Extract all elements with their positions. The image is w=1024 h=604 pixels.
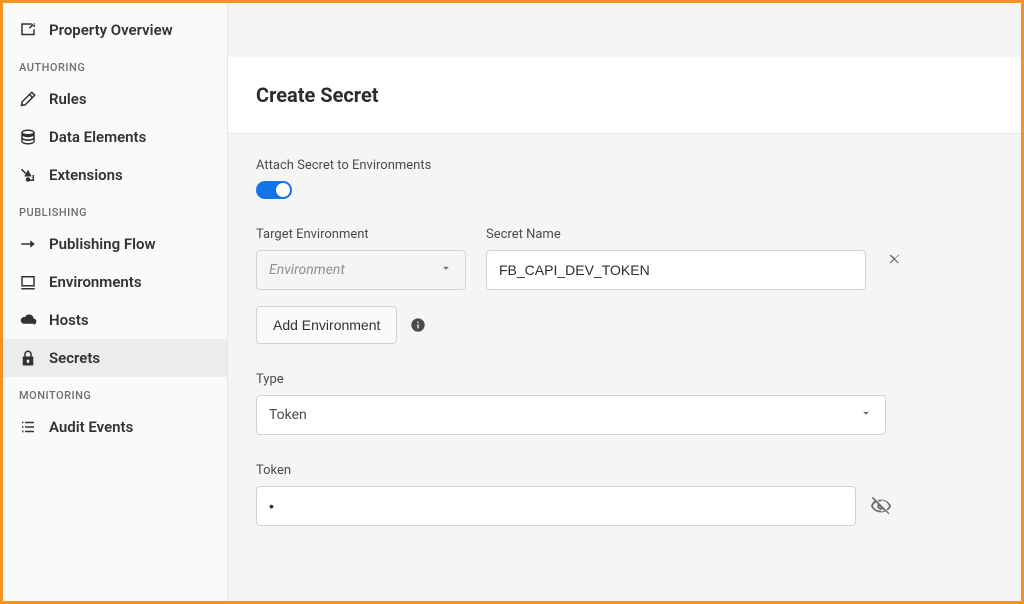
sidebar-item-environments[interactable]: Environments — [3, 263, 227, 301]
sidebar-item-label: Environments — [49, 273, 142, 291]
sidebar-item-label: Hosts — [49, 311, 89, 329]
target-environment-placeholder: Environment — [269, 262, 345, 278]
add-environment-button[interactable]: Add Environment — [256, 306, 397, 344]
publishing-flow-icon — [19, 235, 37, 253]
audit-events-icon — [19, 418, 37, 436]
sidebar-item-label: Publishing Flow — [49, 235, 156, 253]
page-header: Create Secret — [228, 57, 1021, 134]
chevron-down-icon — [859, 406, 873, 424]
token-input[interactable] — [269, 498, 843, 514]
type-select-value: Token — [269, 407, 307, 423]
sidebar-item-label: Data Elements — [49, 128, 146, 146]
visibility-off-icon[interactable] — [870, 495, 892, 517]
sidebar: Property Overview AUTHORING Rules Data E… — [3, 3, 228, 601]
sidebar-item-extensions[interactable]: Extensions — [3, 156, 227, 194]
sidebar-section-monitoring: MONITORING — [3, 377, 227, 408]
secret-name-label: Secret Name — [486, 227, 866, 242]
environments-icon — [19, 273, 37, 291]
sidebar-item-label: Audit Events — [49, 418, 133, 436]
secret-name-field-wrap — [486, 250, 866, 290]
form-area: Attach Secret to Environments Target Env… — [228, 134, 1021, 550]
sidebar-item-data-elements[interactable]: Data Elements — [3, 118, 227, 156]
sidebar-item-audit-events[interactable]: Audit Events — [3, 408, 227, 446]
target-environment-select[interactable]: Environment — [256, 250, 466, 290]
sidebar-item-label: Secrets — [49, 349, 100, 367]
main-content: Create Secret Attach Secret to Environme… — [228, 3, 1021, 601]
hosts-icon — [19, 311, 37, 329]
target-environment-label: Target Environment — [256, 227, 466, 242]
sidebar-section-publishing: PUBLISHING — [3, 194, 227, 225]
token-field-wrap — [256, 486, 856, 526]
sidebar-item-rules[interactable]: Rules — [3, 80, 227, 118]
type-select[interactable]: Token — [256, 395, 886, 435]
sidebar-item-hosts[interactable]: Hosts — [3, 301, 227, 339]
data-elements-icon — [19, 128, 37, 146]
sidebar-item-label: Extensions — [49, 166, 123, 184]
info-icon[interactable] — [409, 316, 427, 334]
page-title: Create Secret — [256, 83, 993, 107]
sidebar-item-label: Property Overview — [49, 21, 173, 39]
chevron-down-icon — [439, 261, 453, 279]
attach-secret-toggle[interactable] — [256, 181, 292, 199]
sidebar-item-label: Rules — [49, 90, 87, 108]
token-label: Token — [256, 463, 993, 478]
sidebar-section-authoring: AUTHORING — [3, 49, 227, 80]
property-overview-icon — [19, 21, 37, 39]
rules-icon — [19, 90, 37, 108]
add-environment-button-label: Add Environment — [273, 317, 380, 333]
sidebar-item-property-overview[interactable]: Property Overview — [3, 11, 227, 49]
extensions-icon — [19, 166, 37, 184]
attach-secret-label: Attach Secret to Environments — [256, 158, 993, 173]
secret-name-input[interactable] — [499, 262, 853, 278]
remove-environment-button[interactable] — [886, 250, 904, 268]
secrets-icon — [19, 349, 37, 367]
type-label: Type — [256, 372, 993, 387]
sidebar-item-secrets[interactable]: Secrets — [3, 339, 227, 377]
sidebar-item-publishing-flow[interactable]: Publishing Flow — [3, 225, 227, 263]
